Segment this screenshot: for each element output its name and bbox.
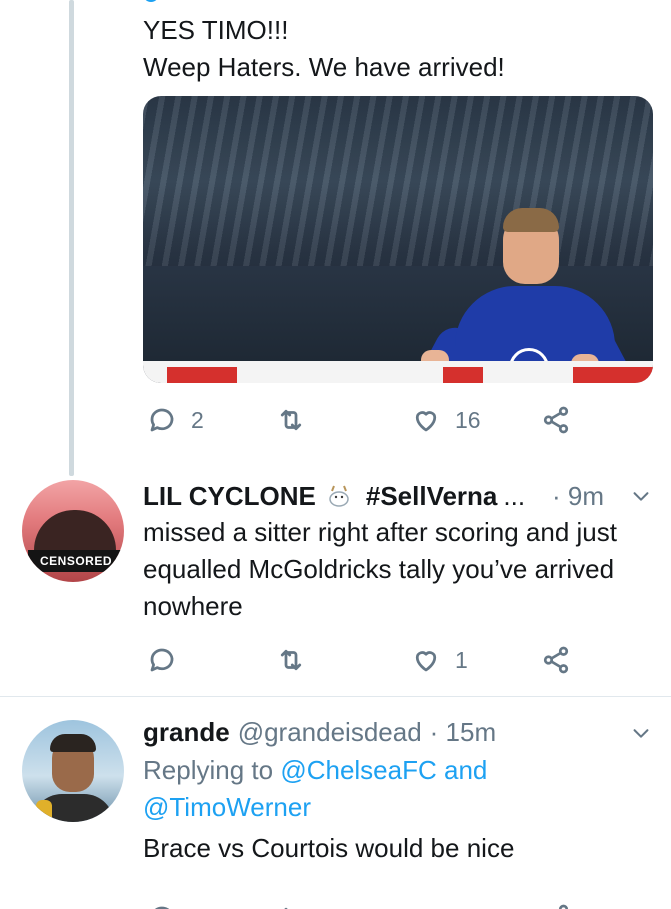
more-options-button[interactable] <box>630 485 652 507</box>
reply-icon <box>150 648 174 672</box>
reply-button[interactable] <box>147 898 177 909</box>
timestamp[interactable]: · 9m <box>552 479 604 513</box>
reply-button[interactable] <box>147 640 177 680</box>
replying-to: Replying to @ChelseaFC and @TimoWerner <box>143 752 623 826</box>
tweet-actions: 1 <box>143 640 583 680</box>
share-icon <box>543 646 569 674</box>
mention-link[interactable]: @ChelseaFC <box>280 755 436 785</box>
share-icon <box>558 904 569 909</box>
mention-and[interactable]: and <box>444 755 487 785</box>
hashtag[interactable]: #SellVerna <box>366 481 498 512</box>
thread-connector <box>69 0 74 476</box>
avatar-hair <box>50 734 96 752</box>
tweet-divider <box>0 696 671 697</box>
like-count: 1 <box>455 646 468 673</box>
replying-to-label: Replying to <box>143 755 274 785</box>
like-button[interactable] <box>411 898 441 909</box>
tweet-header: grande @grandeisdead · 15m <box>143 715 496 749</box>
name-ellipsis: ... <box>503 480 526 511</box>
mention-link[interactable]: @TimoWerner <box>143 792 311 822</box>
share-button[interactable] <box>541 898 571 909</box>
avatar-detail <box>36 800 52 822</box>
chevron-down-icon <box>633 492 649 501</box>
tweet-text-line: YES TIMO!!! <box>143 15 289 45</box>
chevron-down-icon <box>633 729 649 738</box>
reply-icon <box>150 408 174 432</box>
timestamp[interactable]: · 15m <box>430 717 496 748</box>
tweet-actions: 2 16 <box>143 400 583 440</box>
display-name[interactable]: grande <box>143 717 230 748</box>
heart-icon <box>415 411 437 432</box>
tweet-media-image[interactable] <box>143 96 653 383</box>
censored-label: CENSORED <box>28 550 124 572</box>
share-button[interactable] <box>541 400 571 440</box>
tweet-text: missed a sitter right after scoring and … <box>143 517 617 621</box>
display-name[interactable]: LIL CYCLONE <box>143 481 316 512</box>
reply-icon <box>155 906 170 909</box>
reply-button[interactable]: 2 <box>147 400 204 440</box>
tweet-header: LIL CYCLONE #SellVerna ... <box>143 479 613 513</box>
share-icon <box>543 406 569 434</box>
like-button[interactable]: 16 <box>411 400 481 440</box>
advertising-board <box>143 361 653 383</box>
stadium-background <box>143 96 653 266</box>
retweet-button[interactable] <box>276 400 306 440</box>
share-button[interactable] <box>541 640 571 680</box>
cropped-icon <box>143 0 159 2</box>
retweet-icon <box>284 907 288 909</box>
like-button[interactable]: 1 <box>411 640 468 680</box>
more-options-button[interactable] <box>630 722 652 744</box>
player-hair <box>503 208 559 232</box>
retweet-icon <box>280 409 302 431</box>
avatar[interactable] <box>22 720 124 822</box>
reply-count: 2 <box>191 406 204 433</box>
tweet-actions <box>143 898 583 909</box>
user-handle[interactable]: @grandeisdead <box>238 717 422 748</box>
retweet-button[interactable] <box>276 640 306 680</box>
retweet-button[interactable] <box>276 898 306 909</box>
avatar[interactable]: CENSORED <box>22 480 124 582</box>
retweet-icon <box>280 649 302 671</box>
goat-emoji-icon <box>329 485 349 507</box>
tweet-text: Brace vs Courtois would be nice <box>143 833 515 863</box>
like-count: 16 <box>455 406 481 433</box>
heart-icon <box>411 903 441 909</box>
heart-icon <box>415 651 437 672</box>
tweet-text-line: Weep Haters. We have arrived! <box>143 52 505 82</box>
tweet-body: YES TIMO!!! Weep Haters. We have arrived… <box>143 12 653 86</box>
